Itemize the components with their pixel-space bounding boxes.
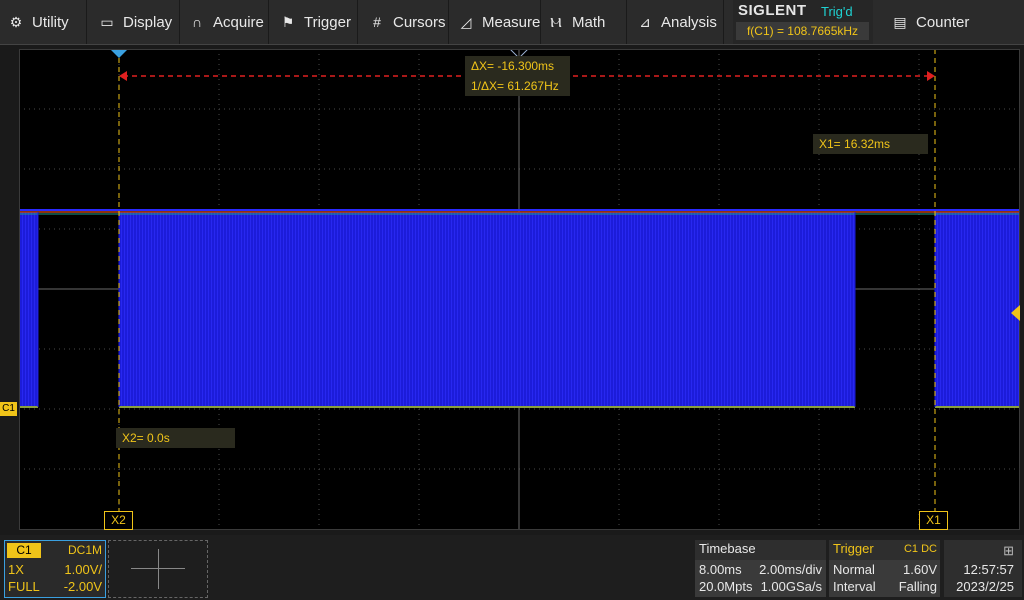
waveform-trace [19,209,1019,408]
math-icon: Ⲙ [550,13,562,30]
channel1-bandwidth: FULL [8,579,40,594]
channel1-offset: -2.00V [63,579,102,594]
flag-icon: ⚑ [281,13,295,30]
trigger-position-marker [110,49,128,58]
trigger-level-marker[interactable] [1011,305,1020,321]
channel1-probe: 1X [8,562,24,577]
channel-offset-marker[interactable]: C1 [0,402,17,416]
menu-cursors[interactable]: # Cursors [369,0,446,44]
menu-display-label: Display [123,13,173,31]
analysis-icon: ⊿ [639,13,651,30]
channel1-scale: 1.00V/ [64,562,102,577]
add-channel-button[interactable] [108,540,208,598]
trigger-source: C1 DC [903,543,937,555]
waveform-graticule [19,49,1019,529]
x2-readout: X2= 0.0s [116,428,235,448]
timebase-sample-rate: 1.00GSa/s [760,579,822,594]
menu-measure-label: Measure [482,13,541,31]
menu-counter-label: Counter [916,13,970,31]
channel1-panel[interactable]: C1 DC1M 1X 1.00V/ FULL -2.00V [4,540,106,598]
counter-icon: ▤ [893,13,907,30]
cursors-icon: # [373,14,381,30]
menu-bar: ⚙ Utility ▭ Display ∩ Acquire ⚑ Trigger … [0,0,1024,45]
trigger-level: 1.60V [903,562,937,577]
menu-analysis-label: Analysis [661,13,717,31]
monitor-icon: ▭ [100,13,114,30]
menu-trigger[interactable]: ⚑ Trigger [280,0,351,44]
x1-readout: X1= 16.32ms [813,134,928,154]
delta-x-value: ΔX= -16.300ms [471,59,555,73]
menu-utility-label: Utility [32,13,69,31]
menu-acquire-label: Acquire [213,13,264,31]
channel1-badge: C1 [7,543,41,558]
menu-trigger-label: Trigger [304,13,351,31]
timebase-scale: 2.00ms/div [759,562,822,577]
menu-measure[interactable]: ◿ Measure [458,0,541,44]
menu-acquire[interactable]: ∩ Acquire [189,0,264,44]
network-icon: ⊞ [1003,543,1014,558]
trigger-status: Trig'd [821,4,853,19]
trigger-panel[interactable]: Trigger C1 DC Normal 1.60V Interval Fall… [829,540,940,597]
brand-panel: SIGLENT Trig'd f(C1) = 108.7665kHz [733,0,873,44]
trigger-slope: Falling [898,579,937,594]
gear-icon: ⚙ [9,13,23,30]
cursor-x2-tag[interactable]: X2 [104,511,133,530]
plus-icon [158,549,159,589]
waveform-display[interactable]: ΔX= -16.300ms 1/ΔX= 61.267Hz X1= 16.32ms… [19,49,1019,529]
menu-math[interactable]: Ⲙ Math [548,0,605,44]
clock-panel[interactable]: ⊞ 12:57:57 2023/2/25 [944,540,1022,597]
menu-math-label: Math [572,13,606,31]
timebase-delay: 8.00ms [699,562,742,577]
acquire-icon: ∩ [191,14,203,30]
menu-display[interactable]: ▭ Display [99,0,172,44]
menu-cursors-label: Cursors [393,13,446,31]
menu-counter[interactable]: ▤ Counter [892,0,969,44]
timebase-panel[interactable]: Timebase 8.00ms 2.00ms/div 20.0Mpts 1.00… [695,540,826,597]
menu-analysis[interactable]: ⊿ Analysis [637,0,717,44]
delta-readout-box: ΔX= -16.300ms 1/ΔX= 61.267Hz [465,56,570,96]
menu-utility[interactable]: ⚙ Utility [8,0,69,44]
inv-delta-x-value: 1/ΔX= 61.267Hz [471,79,559,93]
channel1-coupling: DC1M [67,543,102,557]
measure-icon: ◿ [460,13,472,30]
trigger-type: Interval [833,579,876,594]
clock-date: 2023/2/25 [956,579,1014,594]
clock-time: 12:57:57 [963,562,1014,577]
cursor-x1-tag[interactable]: X1 [919,511,948,530]
frequency-readout: f(C1) = 108.7665kHz [736,22,869,40]
trigger-title: Trigger [833,541,874,556]
trigger-mode: Normal [833,562,875,577]
timebase-title: Timebase [699,541,756,556]
siglent-logo: SIGLENT [738,2,807,19]
timebase-memory: 20.0Mpts [699,579,753,594]
